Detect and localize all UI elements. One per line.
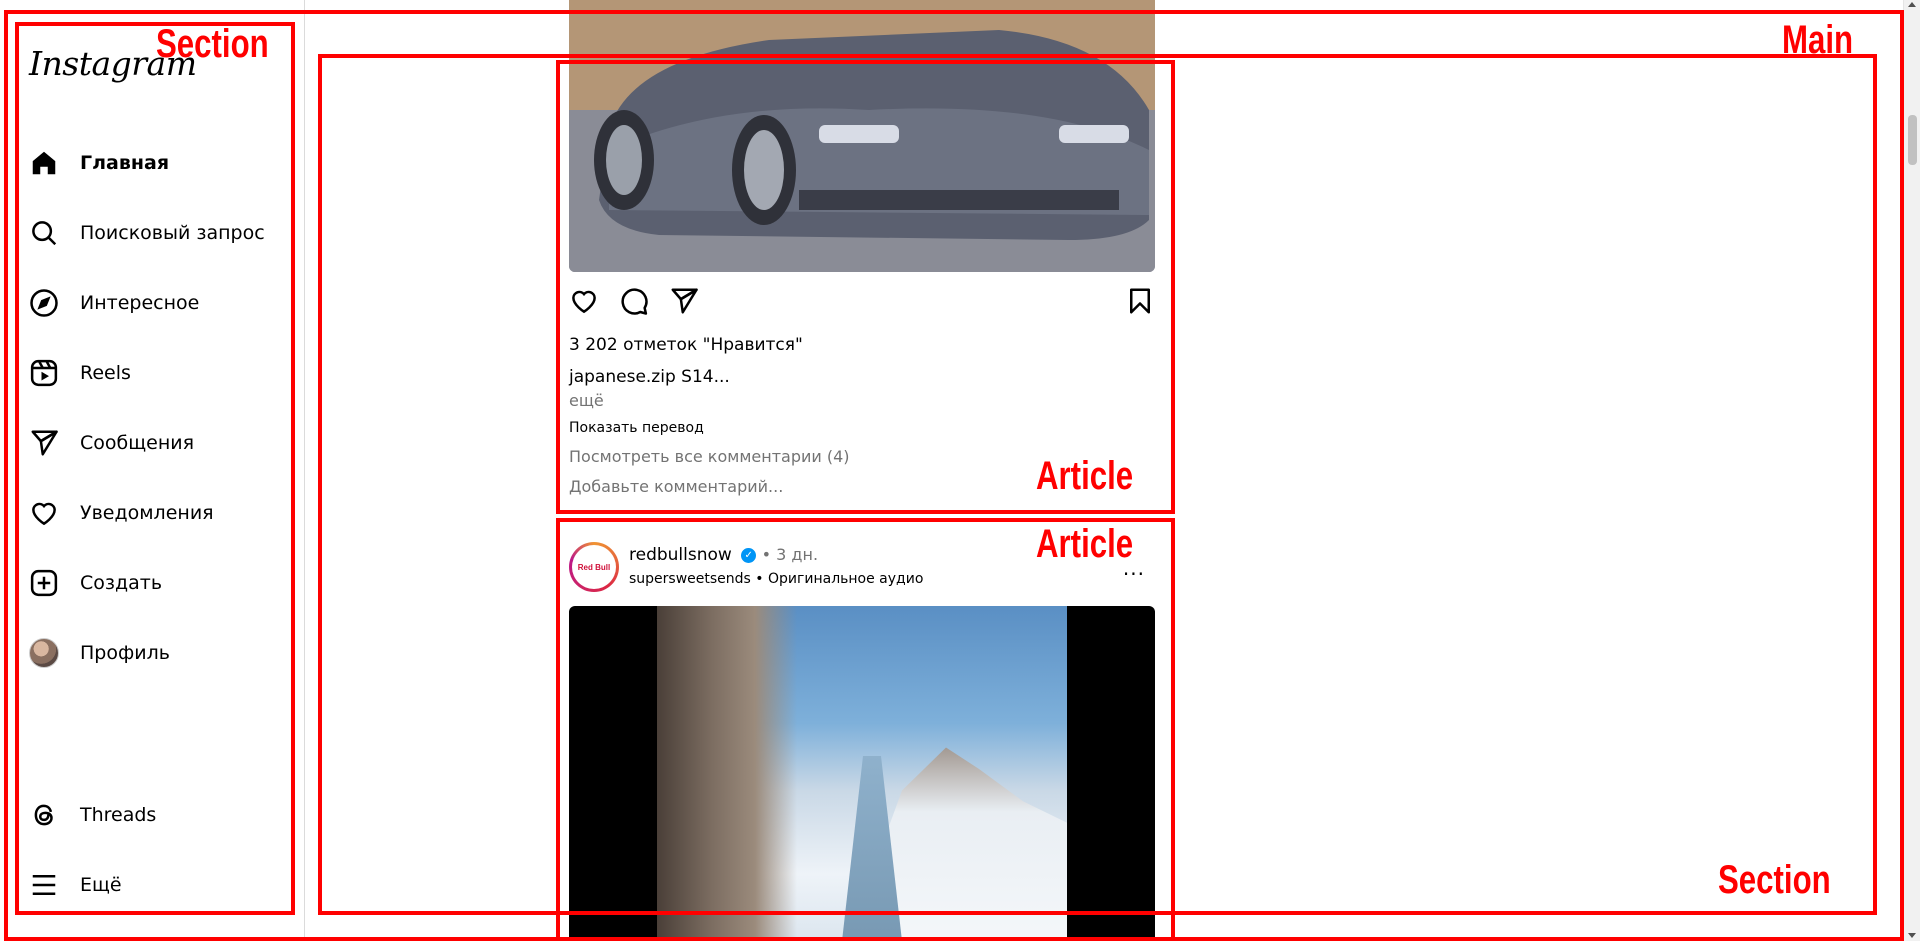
car-illustration — [569, 0, 1155, 272]
send-icon — [28, 427, 60, 459]
sidebar-item-label: Интересное — [80, 292, 200, 314]
annotation-label-main: Main — [1782, 18, 1854, 62]
sidebar-item-explore[interactable]: Интересное — [28, 275, 288, 331]
sidebar-item-label: Reels — [80, 362, 131, 384]
sidebar-item-notifications[interactable]: Уведомления — [28, 485, 288, 541]
sidebar-item-more[interactable]: Ещё — [28, 857, 288, 913]
post-time[interactable]: • 3 дн. — [762, 545, 818, 564]
redbull-logo: Red Bull — [577, 562, 611, 572]
post-author: redbullsnow ✓ • 3 дн. — [629, 545, 818, 565]
view-all-comments-link[interactable]: Посмотреть все комментарии (4) — [569, 447, 850, 466]
caption-more-link[interactable]: ещё — [569, 391, 604, 410]
sidebar-item-label: Ещё — [80, 874, 122, 896]
likes-count[interactable]: 3 202 отметок "Нравится" — [569, 335, 803, 355]
search-icon — [28, 217, 60, 249]
comment-icon[interactable] — [619, 286, 651, 318]
sidebar-item-label: Сообщения — [80, 432, 195, 454]
like-heart-icon[interactable] — [569, 286, 601, 318]
profile-icon-wrap — [28, 637, 60, 669]
threads-icon — [28, 799, 60, 831]
scrollbar[interactable] — [1903, 0, 1920, 941]
avatar[interactable]: Red Bull — [569, 542, 619, 592]
compass-icon — [28, 287, 60, 319]
share-icon[interactable] — [669, 286, 701, 318]
sidebar-item-label: Главная — [80, 152, 170, 174]
sidebar-item-label: Профиль — [80, 642, 170, 664]
sidebar-item-messages[interactable]: Сообщения — [28, 415, 288, 471]
heart-icon — [28, 497, 60, 529]
add-comment-input[interactable] — [569, 477, 989, 496]
scroll-down-icon[interactable] — [1908, 933, 1916, 938]
sidebar-item-profile[interactable]: Профиль — [28, 625, 288, 681]
page: Instagram Главная Поисковый запрос Интер… — [0, 0, 1920, 941]
sidebar-item-threads[interactable]: Threads — [28, 787, 288, 843]
sidebar-item-reels[interactable]: Reels — [28, 345, 288, 401]
avatar — [29, 638, 59, 668]
post-header: Red Bull redbullsnow ✓ • 3 дн. superswee… — [569, 542, 1155, 594]
sidebar-item-create[interactable]: Создать — [28, 555, 288, 611]
instagram-logo[interactable]: Instagram — [29, 44, 197, 83]
scroll-up-icon[interactable] — [1908, 2, 1916, 7]
sidebar-item-label: Уведомления — [80, 502, 214, 524]
rock-graphic — [657, 606, 797, 941]
scroll-thumb[interactable] — [1908, 115, 1917, 165]
annotation-label-article1: Article — [1036, 454, 1134, 498]
sidebar-item-label: Создать — [80, 572, 163, 594]
menu-icon — [28, 869, 60, 901]
sidebar-item-home[interactable]: Главная — [28, 135, 288, 191]
avatar-inner: Red Bull — [572, 545, 616, 589]
bookmark-icon[interactable] — [1125, 286, 1157, 318]
annotation-label-section-right: Section — [1718, 858, 1831, 902]
plus-square-icon — [28, 567, 60, 599]
post-caption: japanese.zip S14... — [569, 367, 730, 387]
post-video[interactable] — [569, 606, 1155, 941]
post-audio[interactable]: supersweetsends • Оригинальное аудио — [629, 571, 923, 587]
verified-badge-icon: ✓ — [741, 547, 757, 563]
show-translation-link[interactable]: Показать перевод — [569, 420, 704, 436]
caption-text: S14... — [681, 367, 730, 387]
post-username[interactable]: redbullsnow — [629, 545, 732, 565]
sidebar-item-search[interactable]: Поисковый запрос — [28, 205, 288, 261]
post-actions — [569, 286, 1155, 322]
sidebar-item-label: Поисковый запрос — [80, 222, 265, 244]
reels-icon — [28, 357, 60, 389]
video-frame — [657, 606, 1067, 941]
sidebar-item-label: Threads — [80, 804, 157, 826]
home-icon — [28, 147, 60, 179]
caption-username[interactable]: japanese.zip — [569, 367, 676, 387]
more-options-button[interactable]: ... — [1123, 556, 1145, 580]
sidebar: Instagram Главная Поисковый запрос Интер… — [0, 0, 305, 941]
post-image[interactable] — [569, 0, 1155, 272]
